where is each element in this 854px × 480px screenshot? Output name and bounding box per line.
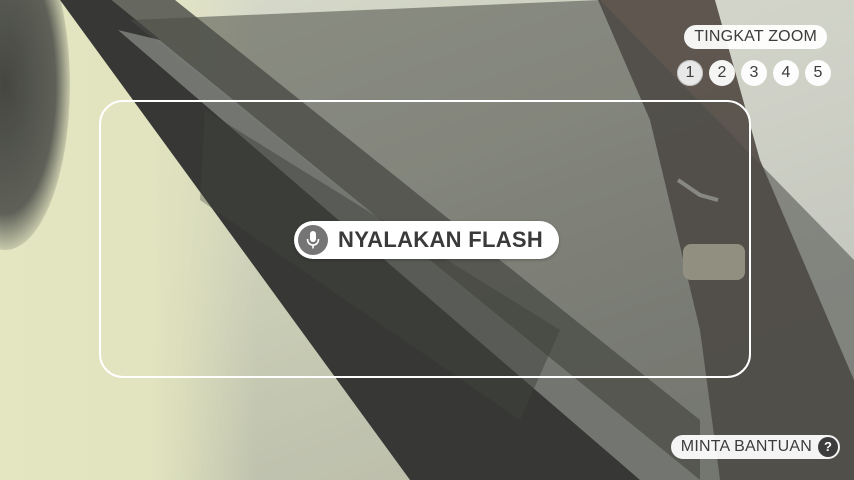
- zoom-level-selector: 1 2 3 4 5: [677, 60, 831, 86]
- zoom-level-1-button[interactable]: 1: [677, 60, 703, 86]
- voice-command-label: NYALAKAN FLASH: [338, 227, 544, 252]
- mic-glyph: [306, 231, 320, 249]
- voice-command-flash-button[interactable]: NYALAKAN FLASH: [294, 221, 560, 259]
- question-mark-icon: ?: [818, 437, 838, 457]
- zoom-level-5-button[interactable]: 5: [805, 60, 831, 86]
- zoom-level-label: TINGKAT ZOOM: [684, 25, 827, 49]
- help-button[interactable]: MINTA BANTUAN ?: [670, 435, 840, 459]
- zoom-level-3-button[interactable]: 3: [741, 60, 767, 86]
- help-label: MINTA BANTUAN: [680, 438, 812, 455]
- camera-viewfinder: TINGKAT ZOOM 1 2 3 4 5 NYALAKAN FLASH MI…: [0, 0, 854, 480]
- mic-icon: [298, 225, 328, 255]
- zoom-level-2-button[interactable]: 2: [709, 60, 735, 86]
- zoom-level-4-button[interactable]: 4: [773, 60, 799, 86]
